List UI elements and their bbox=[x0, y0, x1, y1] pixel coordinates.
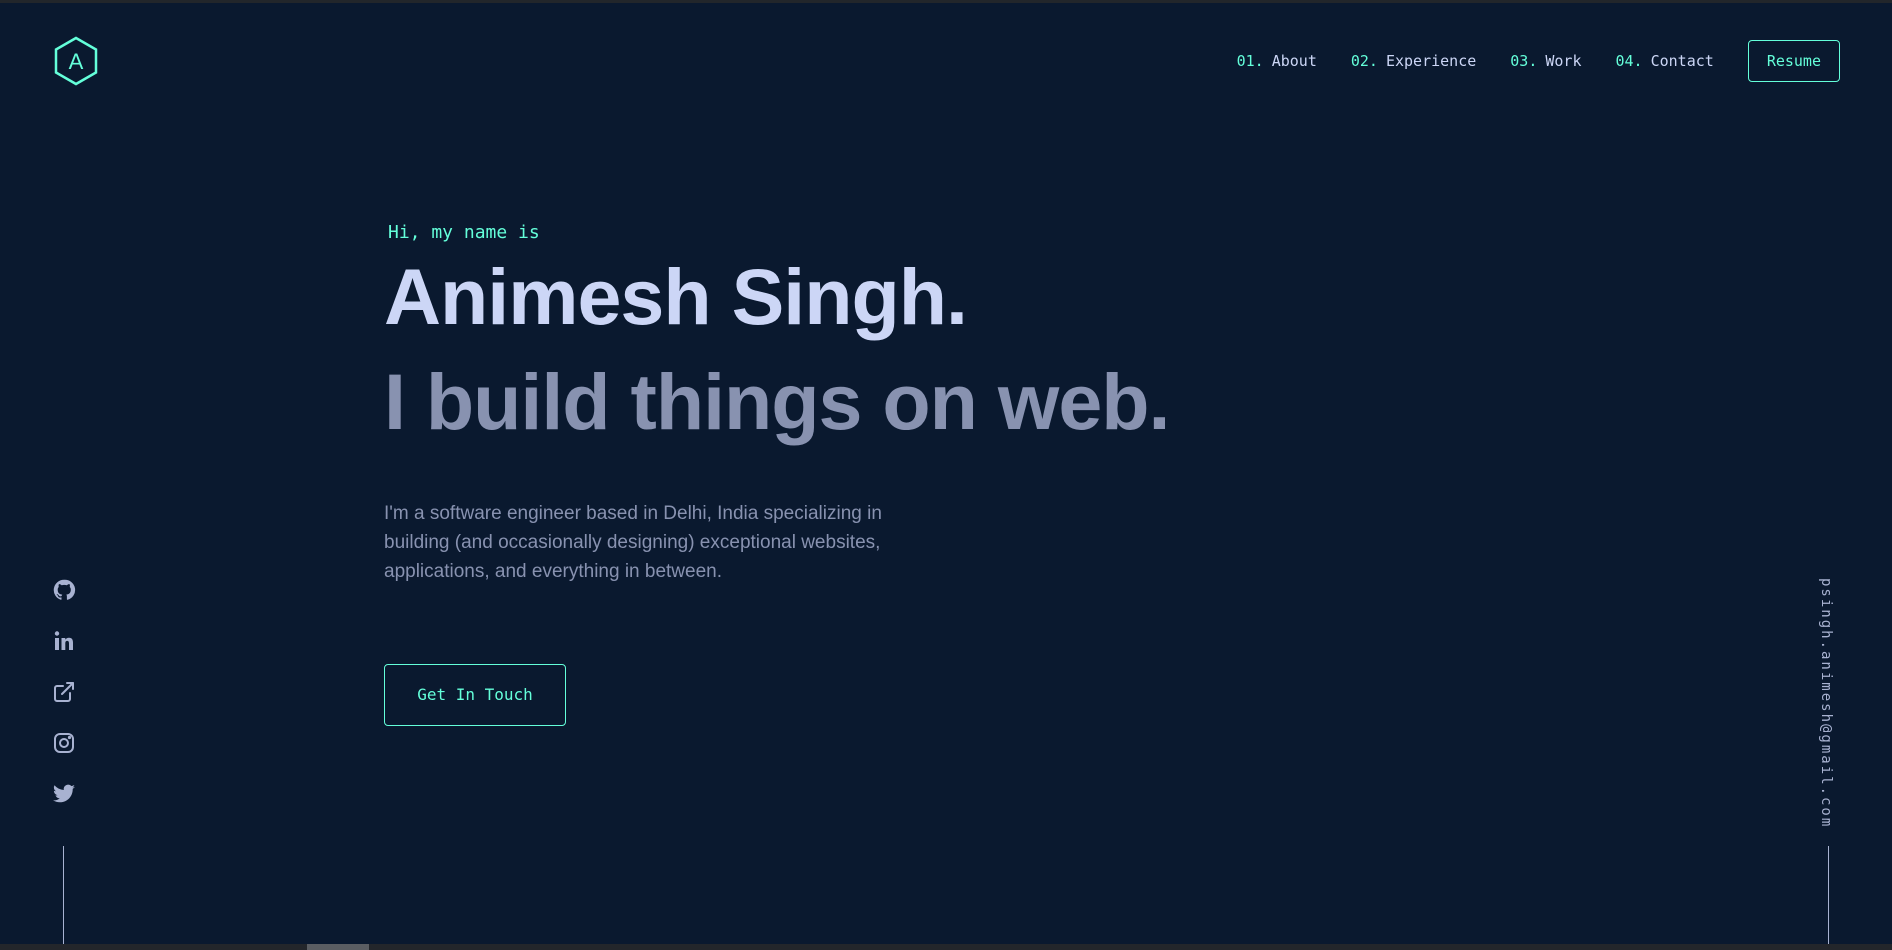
hero-section: Hi, my name is Animesh Singh. I build th… bbox=[384, 222, 1170, 726]
nav-label: Work bbox=[1545, 52, 1582, 70]
nav-number: 04. bbox=[1615, 52, 1643, 70]
main-nav: 01. About 02. Experience 03. Work 04. Co… bbox=[1237, 40, 1840, 82]
get-in-touch-button[interactable]: Get In Touch bbox=[384, 664, 566, 726]
hexagon-logo-icon: A bbox=[54, 36, 98, 86]
nav-item-contact[interactable]: 04. Contact bbox=[1616, 52, 1714, 70]
email-divider-line bbox=[1828, 846, 1829, 944]
hero-bio: I'm a software engineer based in Delhi, … bbox=[384, 503, 882, 582]
nav-label: Contact bbox=[1650, 52, 1714, 70]
email-link[interactable]: psingh.animesh@gmail.com bbox=[1818, 578, 1834, 828]
social-links bbox=[52, 578, 76, 833]
hero-tagline: I build things on web. bbox=[384, 357, 1170, 446]
nav-item-experience[interactable]: 02. Experience bbox=[1351, 52, 1476, 70]
nav-number: 02. bbox=[1350, 52, 1378, 70]
resume-button[interactable]: Resume bbox=[1747, 40, 1840, 82]
external-link-icon[interactable] bbox=[52, 680, 76, 704]
github-icon[interactable] bbox=[52, 578, 76, 602]
site-logo[interactable]: A bbox=[53, 36, 99, 86]
nav-number: 01. bbox=[1236, 52, 1264, 70]
nav-label: Experience bbox=[1385, 52, 1477, 70]
twitter-icon[interactable] bbox=[52, 782, 76, 806]
instagram-icon[interactable] bbox=[52, 731, 76, 755]
hero-name: Animesh Singh. bbox=[384, 252, 968, 341]
horizontal-scrollbar[interactable] bbox=[0, 944, 1892, 950]
logo-letter: A bbox=[69, 49, 84, 74]
browser-top-edge bbox=[0, 0, 1892, 3]
hero-greeting: Hi, my name is bbox=[388, 222, 540, 243]
linkedin-icon[interactable] bbox=[52, 629, 76, 653]
nav-label: About bbox=[1271, 52, 1317, 70]
nav-number: 03. bbox=[1510, 52, 1538, 70]
nav-item-work[interactable]: 03. Work bbox=[1510, 52, 1581, 70]
scrollbar-thumb[interactable] bbox=[307, 944, 369, 950]
social-divider-line bbox=[63, 846, 64, 944]
nav-item-about[interactable]: 01. About bbox=[1237, 52, 1317, 70]
